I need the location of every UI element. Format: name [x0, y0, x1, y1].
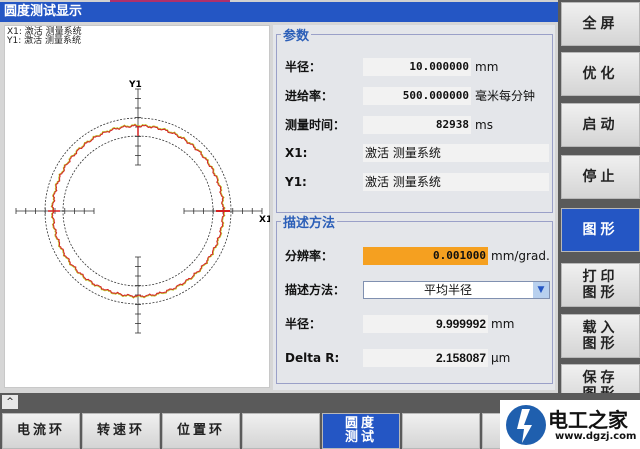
optimize-button[interactable]: 优化 — [561, 52, 640, 96]
delta-row: Delta R: 2.158087 µm — [285, 349, 555, 367]
x-axis-label: X1 — [259, 215, 270, 225]
method-label: 描述方法： — [285, 283, 346, 297]
vertical-softkeys: 全屏 优化 启动 停止 图形 打印 图形 载入 图形 保存 图形 — [558, 0, 640, 408]
radius-label: 半径： — [285, 60, 322, 74]
resolution-unit: mm/grad. — [491, 249, 550, 263]
x1-row: X1: 激活 测量系统 — [285, 144, 555, 162]
delta-unit: µm — [491, 351, 511, 365]
graphic-button[interactable]: 图形 — [561, 208, 640, 252]
y-axis-label: Y1 — [128, 80, 142, 90]
avg-radius-value: 9.999992 — [363, 315, 488, 333]
y1-value: 激活 测量系统 — [363, 173, 549, 191]
display-group: 描述方法 分辨率： 0.001000 mm/grad. 描述方法： 平均半径 ▼… — [276, 212, 553, 384]
x1-value: 激活 测量系统 — [363, 144, 549, 162]
feed-unit: 毫米每分钟 — [475, 89, 536, 103]
chevron-down-icon[interactable]: ▼ — [533, 282, 549, 298]
main-area: X1: 激活 测量系统 Y1: 激活 测量系统 Y1 X1 参数 半径： 10.… — [0, 22, 558, 393]
display-title: 描述方法 — [283, 216, 336, 231]
method-row: 描述方法： 平均半径 ▼ — [285, 281, 555, 299]
time-row: 测量时间： 82938 ms — [285, 116, 555, 134]
method-value: 平均半径 — [423, 283, 472, 297]
params-title: 参数 — [283, 29, 310, 44]
position-loop-button[interactable]: 位置环 — [162, 413, 240, 449]
watermark-url: www.dgzj.com — [555, 431, 637, 442]
load-graphic-button[interactable]: 载入 图形 — [561, 314, 640, 358]
current-loop-button[interactable]: 电流环 — [2, 413, 80, 449]
start-button[interactable]: 启动 — [561, 103, 640, 147]
empty-softkey-6[interactable] — [402, 413, 480, 449]
avg-radius-unit: mm — [491, 317, 515, 331]
params-group: 参数 半径： 10.000000 mm 进给率： 500.000000 毫米每分… — [276, 25, 553, 213]
resolution-row: 分辨率： 0.001000 mm/grad. — [285, 247, 555, 265]
time-unit: ms — [475, 118, 493, 132]
y1-row: Y1: 激活 测量系统 — [285, 173, 555, 191]
x1-label: X1: — [285, 146, 308, 160]
logo-icon — [506, 405, 546, 445]
time-label: 测量时间： — [285, 118, 346, 132]
radius-unit: mm — [475, 60, 499, 74]
resolution-label: 分辨率： — [285, 249, 334, 263]
circularity-plot: X1: 激活 测量系统 Y1: 激活 测量系统 Y1 X1 — [4, 25, 270, 388]
circularity-test-button[interactable]: 圆度 测试 — [322, 413, 400, 449]
print-graphic-button[interactable]: 打印 图形 — [561, 263, 640, 307]
time-value: 82938 — [363, 116, 471, 134]
resolution-input[interactable]: 0.001000 — [363, 247, 488, 265]
delta-label: Delta R: — [285, 351, 340, 365]
fullscreen-button[interactable]: 全屏 — [561, 2, 640, 46]
feed-row: 进给率： 500.000000 毫米每分钟 — [285, 87, 555, 105]
feed-label: 进给率： — [285, 89, 334, 103]
watermark-name: 电工之家 — [548, 408, 628, 432]
method-dropdown[interactable]: 平均半径 ▼ — [363, 281, 550, 299]
plot-canvas: Y1 X1 — [15, 80, 270, 334]
avg-radius-label: 半径： — [285, 317, 322, 331]
delta-value: 2.158087 — [363, 349, 488, 367]
info-panel: 参数 半径： 10.000000 mm 进给率： 500.000000 毫米每分… — [273, 25, 555, 390]
feed-value: 500.000000 — [363, 87, 471, 105]
watermark-logo: 电工之家 www.dgzj.com — [500, 400, 640, 449]
speed-loop-button[interactable]: 转速环 — [82, 413, 160, 449]
window-title: 圆度测试显示 — [0, 2, 558, 22]
stop-button[interactable]: 停止 — [561, 155, 640, 199]
y1-label: Y1: — [285, 175, 307, 189]
recall-up-button[interactable]: ^ — [2, 395, 18, 409]
empty-softkey-4[interactable] — [242, 413, 320, 449]
avg-radius-row: 半径： 9.999992 mm — [285, 315, 555, 333]
radius-row: 半径： 10.000000 mm — [285, 58, 555, 76]
radius-value: 10.000000 — [363, 58, 471, 76]
